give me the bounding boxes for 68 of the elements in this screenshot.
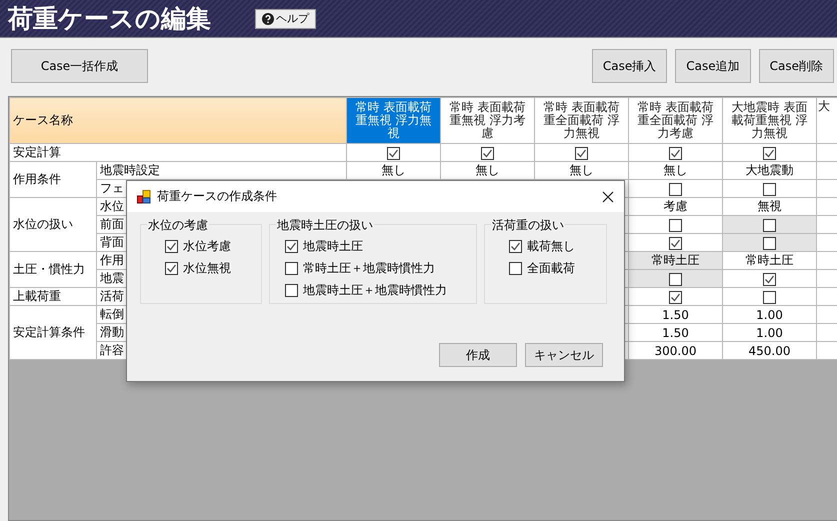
checkbox[interactable] (285, 262, 298, 274)
checkbox-label[interactable]: 水位考慮 (183, 238, 231, 254)
row-label: 安定計算 (10, 144, 346, 162)
checkbox[interactable] (763, 272, 776, 286)
checkbox[interactable] (165, 262, 178, 274)
group-box-title: 活荷重の扱い (491, 217, 565, 234)
header-cell: ケース名称 (10, 98, 346, 144)
dialog-button[interactable]: キャンセル (525, 343, 603, 367)
table-cell: 無し (628, 162, 722, 180)
column-header[interactable]: 大 (816, 98, 837, 144)
checkbox-label[interactable]: 全面載荷 (527, 260, 575, 276)
help-button[interactable]: ヘルプ (255, 8, 316, 28)
checkbox[interactable] (285, 240, 298, 252)
table-cell: 300.00 (628, 342, 722, 360)
table-cell: 1.50 (628, 306, 722, 324)
column-header[interactable]: 常時 表面載荷重全面載荷 浮力無視 (534, 98, 628, 144)
table-cell: 無視 (722, 198, 816, 216)
help-icon (262, 12, 274, 24)
table-cell: 大地震動 (722, 162, 816, 180)
checkbox[interactable] (387, 146, 400, 160)
checkbox[interactable] (763, 182, 776, 196)
close-icon[interactable] (602, 190, 614, 202)
dialog-button[interactable]: 作成 (439, 343, 517, 367)
checkbox[interactable] (763, 236, 776, 250)
toolbar-button[interactable]: Case追加 (675, 49, 751, 83)
checkbox[interactable] (509, 240, 522, 252)
checkbox[interactable] (669, 146, 682, 160)
checkbox[interactable] (509, 262, 522, 274)
checkbox[interactable] (575, 146, 588, 160)
checkbox[interactable] (165, 240, 178, 252)
checkbox[interactable] (669, 236, 682, 250)
row-label: 地震時設定 (96, 162, 346, 180)
group-label: 土圧・慣性力 (10, 252, 96, 288)
checkbox[interactable] (669, 290, 682, 304)
column-header[interactable]: 常時 表面載荷重無視 浮力無視 (346, 98, 440, 144)
checkbox[interactable] (669, 182, 682, 196)
checkbox-label[interactable]: 載荷無し (527, 238, 575, 254)
table-cell: 無し (440, 162, 534, 180)
toolbar-button[interactable]: Case削除 (758, 49, 834, 83)
group-box-title: 地震時土圧の扱い (276, 217, 374, 234)
table-cell: 常時土圧 (628, 252, 722, 270)
checkbox[interactable] (763, 218, 776, 232)
table-cell: 無し (346, 162, 440, 180)
group-label: 水位の扱い (10, 198, 96, 252)
group-box-title: 水位の考慮 (147, 217, 209, 234)
group-label: 安定計算条件 (10, 306, 96, 360)
table-cell: 常時土圧 (722, 252, 816, 270)
column-header[interactable]: 常時 表面載荷重無視 浮力考慮 (440, 98, 534, 144)
column-header[interactable]: 常時 表面載荷重全面載荷 浮力考慮 (628, 98, 722, 144)
table-cell: 1.00 (722, 306, 816, 324)
table-cell: 1.50 (628, 324, 722, 342)
app-icon (137, 190, 151, 204)
column-header[interactable]: 大地震時 表面載荷重無視 浮力無視 (722, 98, 816, 144)
table-cell: 450.00 (722, 342, 816, 360)
group-label: 上載荷重 (10, 288, 96, 306)
table-cell: 無し (534, 162, 628, 180)
case-batch-button[interactable]: Case一括作成 (11, 49, 148, 83)
toolbar-button[interactable]: Case挿入 (592, 49, 668, 83)
table-cell: 1.00 (722, 324, 816, 342)
checkbox[interactable] (285, 284, 298, 296)
window-title: 荷重ケースの編集 (8, 3, 211, 35)
table-cell: 考慮 (628, 198, 722, 216)
checkbox[interactable] (669, 272, 682, 286)
checkbox[interactable] (669, 218, 682, 232)
group-label: 作用条件 (10, 162, 96, 198)
checkbox[interactable] (481, 146, 494, 160)
checkbox[interactable] (763, 146, 776, 160)
checkbox[interactable] (763, 290, 776, 304)
